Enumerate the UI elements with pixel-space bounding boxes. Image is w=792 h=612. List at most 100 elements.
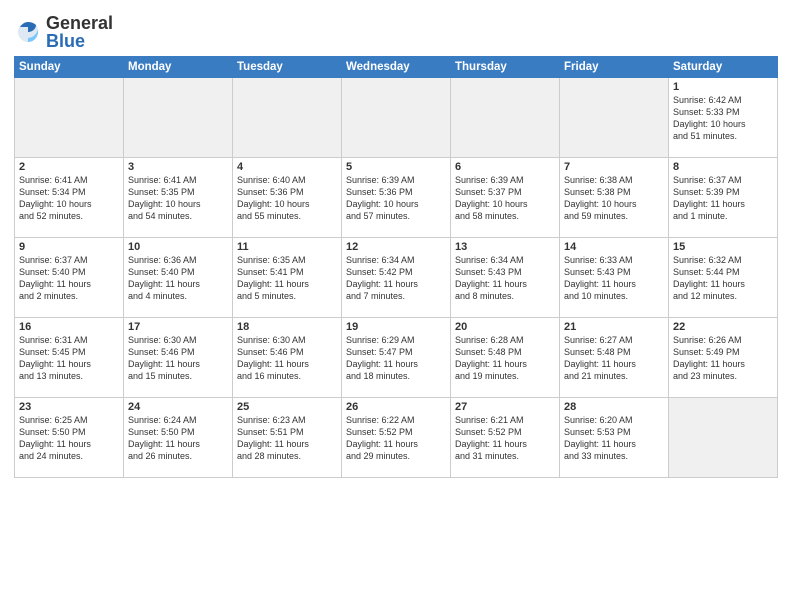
- day-number: 27: [455, 401, 555, 413]
- day-cell: 8Sunrise: 6:37 AM Sunset: 5:39 PM Daylig…: [669, 158, 778, 238]
- day-info: Sunrise: 6:39 AM Sunset: 5:37 PM Dayligh…: [455, 174, 555, 223]
- day-cell: 14Sunrise: 6:33 AM Sunset: 5:43 PM Dayli…: [560, 238, 669, 318]
- day-number: 22: [673, 321, 773, 333]
- day-number: 28: [564, 401, 664, 413]
- day-number: 2: [19, 161, 119, 173]
- day-cell: 9Sunrise: 6:37 AM Sunset: 5:40 PM Daylig…: [15, 238, 124, 318]
- day-number: 5: [346, 161, 446, 173]
- day-cell: [342, 78, 451, 158]
- day-info: Sunrise: 6:30 AM Sunset: 5:46 PM Dayligh…: [128, 334, 228, 383]
- header-friday: Friday: [560, 57, 669, 78]
- day-cell: 4Sunrise: 6:40 AM Sunset: 5:36 PM Daylig…: [233, 158, 342, 238]
- day-info: Sunrise: 6:21 AM Sunset: 5:52 PM Dayligh…: [455, 414, 555, 463]
- day-cell: 26Sunrise: 6:22 AM Sunset: 5:52 PM Dayli…: [342, 398, 451, 478]
- week-row-1: 2Sunrise: 6:41 AM Sunset: 5:34 PM Daylig…: [15, 158, 778, 238]
- day-info: Sunrise: 6:40 AM Sunset: 5:36 PM Dayligh…: [237, 174, 337, 223]
- day-cell: 21Sunrise: 6:27 AM Sunset: 5:48 PM Dayli…: [560, 318, 669, 398]
- day-number: 3: [128, 161, 228, 173]
- day-number: 7: [564, 161, 664, 173]
- day-cell: 7Sunrise: 6:38 AM Sunset: 5:38 PM Daylig…: [560, 158, 669, 238]
- day-info: Sunrise: 6:24 AM Sunset: 5:50 PM Dayligh…: [128, 414, 228, 463]
- day-cell: [451, 78, 560, 158]
- logo-general: General: [46, 14, 113, 32]
- day-info: Sunrise: 6:23 AM Sunset: 5:51 PM Dayligh…: [237, 414, 337, 463]
- day-cell: 22Sunrise: 6:26 AM Sunset: 5:49 PM Dayli…: [669, 318, 778, 398]
- day-cell: 15Sunrise: 6:32 AM Sunset: 5:44 PM Dayli…: [669, 238, 778, 318]
- day-info: Sunrise: 6:37 AM Sunset: 5:39 PM Dayligh…: [673, 174, 773, 223]
- day-number: 25: [237, 401, 337, 413]
- day-cell: 20Sunrise: 6:28 AM Sunset: 5:48 PM Dayli…: [451, 318, 560, 398]
- day-cell: 2Sunrise: 6:41 AM Sunset: 5:34 PM Daylig…: [15, 158, 124, 238]
- header-thursday: Thursday: [451, 57, 560, 78]
- day-number: 18: [237, 321, 337, 333]
- day-info: Sunrise: 6:20 AM Sunset: 5:53 PM Dayligh…: [564, 414, 664, 463]
- day-info: Sunrise: 6:36 AM Sunset: 5:40 PM Dayligh…: [128, 254, 228, 303]
- page-container: GeneralBlue SundayMondayTuesdayWednesday…: [0, 0, 792, 488]
- day-number: 24: [128, 401, 228, 413]
- day-number: 8: [673, 161, 773, 173]
- logo: GeneralBlue: [14, 14, 113, 50]
- day-info: Sunrise: 6:39 AM Sunset: 5:36 PM Dayligh…: [346, 174, 446, 223]
- day-info: Sunrise: 6:41 AM Sunset: 5:35 PM Dayligh…: [128, 174, 228, 223]
- header-row: SundayMondayTuesdayWednesdayThursdayFrid…: [15, 57, 778, 78]
- week-row-3: 16Sunrise: 6:31 AM Sunset: 5:45 PM Dayli…: [15, 318, 778, 398]
- day-info: Sunrise: 6:27 AM Sunset: 5:48 PM Dayligh…: [564, 334, 664, 383]
- day-info: Sunrise: 6:32 AM Sunset: 5:44 PM Dayligh…: [673, 254, 773, 303]
- day-info: Sunrise: 6:42 AM Sunset: 5:33 PM Dayligh…: [673, 94, 773, 143]
- day-info: Sunrise: 6:28 AM Sunset: 5:48 PM Dayligh…: [455, 334, 555, 383]
- day-cell: 23Sunrise: 6:25 AM Sunset: 5:50 PM Dayli…: [15, 398, 124, 478]
- day-cell: 6Sunrise: 6:39 AM Sunset: 5:37 PM Daylig…: [451, 158, 560, 238]
- header-sunday: Sunday: [15, 57, 124, 78]
- day-number: 16: [19, 321, 119, 333]
- header-saturday: Saturday: [669, 57, 778, 78]
- day-cell: 25Sunrise: 6:23 AM Sunset: 5:51 PM Dayli…: [233, 398, 342, 478]
- day-cell: 5Sunrise: 6:39 AM Sunset: 5:36 PM Daylig…: [342, 158, 451, 238]
- week-row-2: 9Sunrise: 6:37 AM Sunset: 5:40 PM Daylig…: [15, 238, 778, 318]
- day-cell: 17Sunrise: 6:30 AM Sunset: 5:46 PM Dayli…: [124, 318, 233, 398]
- logo-icon: [14, 18, 42, 46]
- day-info: Sunrise: 6:25 AM Sunset: 5:50 PM Dayligh…: [19, 414, 119, 463]
- week-row-4: 23Sunrise: 6:25 AM Sunset: 5:50 PM Dayli…: [15, 398, 778, 478]
- header-tuesday: Tuesday: [233, 57, 342, 78]
- day-number: 1: [673, 81, 773, 93]
- header-monday: Monday: [124, 57, 233, 78]
- day-cell: [15, 78, 124, 158]
- day-number: 12: [346, 241, 446, 253]
- day-number: 4: [237, 161, 337, 173]
- header-wednesday: Wednesday: [342, 57, 451, 78]
- day-number: 14: [564, 241, 664, 253]
- day-number: 10: [128, 241, 228, 253]
- day-number: 6: [455, 161, 555, 173]
- day-cell: [233, 78, 342, 158]
- day-info: Sunrise: 6:26 AM Sunset: 5:49 PM Dayligh…: [673, 334, 773, 383]
- day-number: 13: [455, 241, 555, 253]
- day-info: Sunrise: 6:29 AM Sunset: 5:47 PM Dayligh…: [346, 334, 446, 383]
- day-info: Sunrise: 6:41 AM Sunset: 5:34 PM Dayligh…: [19, 174, 119, 223]
- day-info: Sunrise: 6:35 AM Sunset: 5:41 PM Dayligh…: [237, 254, 337, 303]
- day-info: Sunrise: 6:22 AM Sunset: 5:52 PM Dayligh…: [346, 414, 446, 463]
- day-cell: [669, 398, 778, 478]
- day-cell: 28Sunrise: 6:20 AM Sunset: 5:53 PM Dayli…: [560, 398, 669, 478]
- day-number: 19: [346, 321, 446, 333]
- calendar-table: SundayMondayTuesdayWednesdayThursdayFrid…: [14, 56, 778, 478]
- day-cell: 24Sunrise: 6:24 AM Sunset: 5:50 PM Dayli…: [124, 398, 233, 478]
- day-number: 9: [19, 241, 119, 253]
- day-number: 11: [237, 241, 337, 253]
- day-number: 21: [564, 321, 664, 333]
- logo-text: GeneralBlue: [46, 14, 113, 50]
- day-info: Sunrise: 6:31 AM Sunset: 5:45 PM Dayligh…: [19, 334, 119, 383]
- day-cell: 19Sunrise: 6:29 AM Sunset: 5:47 PM Dayli…: [342, 318, 451, 398]
- day-cell: 1Sunrise: 6:42 AM Sunset: 5:33 PM Daylig…: [669, 78, 778, 158]
- day-number: 20: [455, 321, 555, 333]
- day-number: 26: [346, 401, 446, 413]
- day-number: 17: [128, 321, 228, 333]
- day-cell: 12Sunrise: 6:34 AM Sunset: 5:42 PM Dayli…: [342, 238, 451, 318]
- day-cell: [560, 78, 669, 158]
- day-cell: 13Sunrise: 6:34 AM Sunset: 5:43 PM Dayli…: [451, 238, 560, 318]
- week-row-0: 1Sunrise: 6:42 AM Sunset: 5:33 PM Daylig…: [15, 78, 778, 158]
- day-info: Sunrise: 6:34 AM Sunset: 5:43 PM Dayligh…: [455, 254, 555, 303]
- day-info: Sunrise: 6:30 AM Sunset: 5:46 PM Dayligh…: [237, 334, 337, 383]
- day-info: Sunrise: 6:38 AM Sunset: 5:38 PM Dayligh…: [564, 174, 664, 223]
- day-cell: 18Sunrise: 6:30 AM Sunset: 5:46 PM Dayli…: [233, 318, 342, 398]
- day-info: Sunrise: 6:33 AM Sunset: 5:43 PM Dayligh…: [564, 254, 664, 303]
